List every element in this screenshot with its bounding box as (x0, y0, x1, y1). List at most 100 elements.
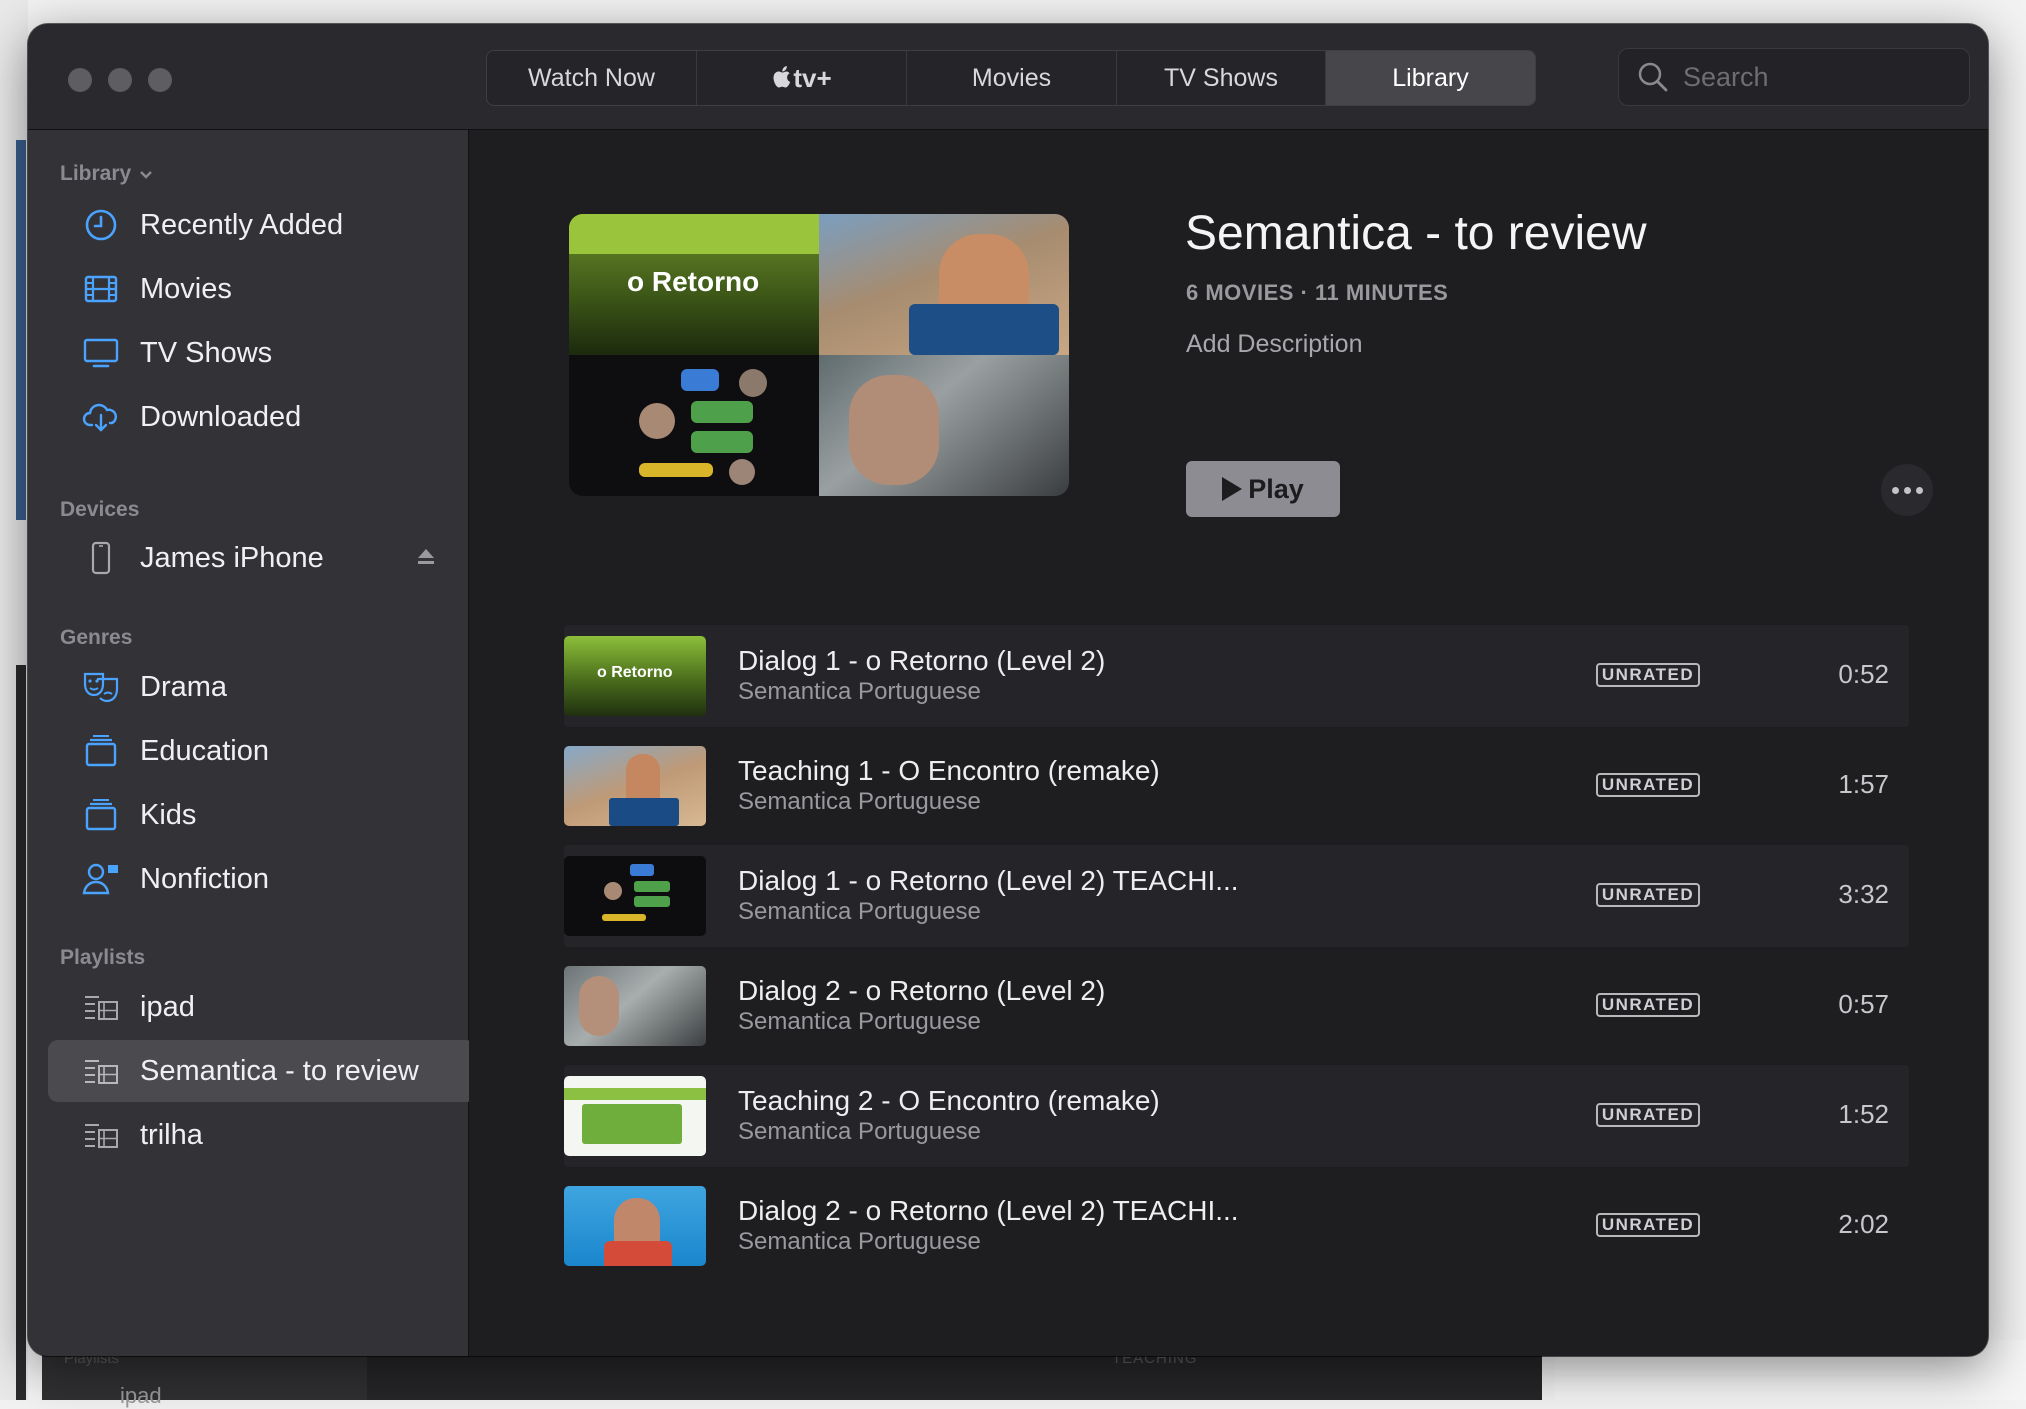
rating-badge: UNRATED (1596, 1103, 1700, 1127)
background-strip (16, 140, 26, 520)
playlists-section-header: Playlists (60, 946, 146, 969)
playlist-meta: 6 MOVIES · 11 MINUTES (1186, 280, 1449, 305)
close-window-button[interactable] (68, 68, 92, 92)
rating-badge: UNRATED (1596, 773, 1700, 797)
item-subtitle: Semantica Portuguese (738, 1228, 981, 1255)
masks-icon (82, 668, 120, 706)
item-duration: 0:52 (1838, 659, 1889, 689)
background-strip (16, 665, 26, 1400)
item-title: Teaching 1 - O Encontro (remake) (738, 755, 1160, 786)
search-input[interactable] (1681, 60, 1945, 94)
item-title: Dialog 2 - o Retorno (Level 2) (738, 975, 1106, 1006)
sidebar-item-movies[interactable]: Movies (48, 258, 466, 320)
item-title: Dialog 1 - o Retorno (Level 2) TEACHI... (738, 865, 1239, 896)
table-row[interactable]: Dialog 2 - o Retorno (Level 2) Semantica … (564, 955, 1909, 1057)
rating-badge: UNRATED (1596, 1213, 1700, 1237)
devices-section-header: Devices (60, 498, 140, 521)
tab-watch-now[interactable]: Watch Now (487, 51, 697, 105)
navigation-tabs: Watch Now tv+ Movies TV Shows Library (486, 50, 1536, 106)
background-playlist-item: ipad (120, 1383, 162, 1408)
item-duration: 2:02 (1838, 1209, 1889, 1239)
artwork-tile (819, 355, 1069, 496)
sidebar-item-james-iphone[interactable]: James iPhone (48, 527, 466, 589)
item-subtitle: Semantica Portuguese (738, 788, 981, 815)
play-button[interactable]: Play (1186, 461, 1340, 517)
sidebar-item-nonfiction[interactable]: Nonfiction (48, 848, 466, 910)
item-subtitle: Semantica Portuguese (738, 678, 981, 705)
play-icon (1222, 477, 1243, 501)
item-thumbnail (564, 1186, 706, 1266)
sidebar: Library Recently Added Movies TV Shows D… (28, 130, 476, 1356)
rating-badge: UNRATED (1596, 883, 1700, 907)
apple-logo-icon (773, 66, 791, 88)
item-title: Dialog 1 - o Retorno (Level 2) (738, 645, 1106, 676)
library-section-header[interactable]: Library (60, 162, 153, 186)
sidebar-item-education[interactable]: Education (48, 720, 466, 782)
zoom-window-button[interactable] (148, 68, 172, 92)
item-duration: 1:52 (1838, 1099, 1889, 1129)
sidebar-item-tv-shows[interactable]: TV Shows (48, 322, 466, 384)
item-title: Dialog 2 - o Retorno (Level 2) TEACHI... (738, 1195, 1239, 1226)
item-duration: 0:57 (1838, 989, 1889, 1019)
sidebar-item-playlist-semantica-to-review[interactable]: Semantica - to review (48, 1040, 476, 1102)
stack-icon (82, 796, 120, 834)
film-icon (82, 270, 120, 308)
item-subtitle: Semantica Portuguese (738, 1008, 981, 1035)
tab-apple-tv-plus[interactable]: tv+ (697, 51, 907, 105)
item-subtitle: Semantica Portuguese (738, 1118, 981, 1145)
toolbar: Watch Now tv+ Movies TV Shows Library (28, 24, 1988, 130)
item-duration: 3:32 (1838, 879, 1889, 909)
item-thumbnail: o Retorno (564, 636, 706, 716)
item-thumbnail (564, 856, 706, 936)
cloud-download-icon (82, 398, 120, 436)
tab-tv-shows[interactable]: TV Shows (1117, 51, 1326, 105)
sidebar-item-playlist-trilha[interactable]: trilha (48, 1104, 466, 1166)
sidebar-item-downloaded[interactable]: Downloaded (48, 386, 466, 448)
item-thumbnail (564, 1076, 706, 1156)
item-subtitle: Semantica Portuguese (738, 898, 981, 925)
rating-badge: UNRATED (1596, 993, 1700, 1017)
artwork-tile (819, 214, 1069, 355)
playlist-title: Semantica - to review (1185, 207, 1647, 260)
playlist-icon (82, 1116, 120, 1154)
iphone-icon (82, 539, 120, 577)
sidebar-item-recently-added[interactable]: Recently Added (48, 194, 466, 256)
tv-app-window: Watch Now tv+ Movies TV Shows Library Li… (28, 24, 1988, 1356)
table-row[interactable]: Teaching 1 - O Encontro (remake) Semantic… (564, 735, 1909, 837)
artwork-tile (569, 355, 819, 496)
tv-icon (82, 334, 120, 372)
chevron-down-icon (140, 171, 152, 179)
item-title: Teaching 2 - O Encontro (remake) (738, 1085, 1160, 1116)
tab-library[interactable]: Library (1326, 51, 1535, 105)
add-description-field[interactable]: Add Description (1186, 330, 1362, 359)
rating-badge: UNRATED (1596, 663, 1700, 687)
stack-icon (82, 732, 120, 770)
table-row[interactable]: Teaching 2 - O Encontro (remake) Semantic… (564, 1065, 1909, 1167)
item-duration: 1:57 (1838, 769, 1889, 799)
tab-movies[interactable]: Movies (907, 51, 1117, 105)
ellipsis-icon (1891, 486, 1899, 494)
playlist-icon (82, 1052, 120, 1090)
search-field[interactable] (1618, 48, 1970, 106)
sidebar-item-kids[interactable]: Kids (48, 784, 466, 846)
item-thumbnail (564, 966, 706, 1046)
playlist-icon (82, 988, 120, 1026)
artwork-title: o Retorno (627, 266, 760, 297)
sidebar-item-playlist-ipad[interactable]: ipad (48, 976, 466, 1038)
item-thumbnail (564, 746, 706, 826)
person-icon (82, 860, 120, 898)
minimize-window-button[interactable] (108, 68, 132, 92)
table-row[interactable]: Dialog 1 - o Retorno (Level 2) TEACHI...… (564, 845, 1909, 947)
more-options-button[interactable] (1881, 464, 1933, 516)
table-row[interactable]: o Retorno Dialog 1 - o Retorno (Level 2)… (564, 625, 1909, 727)
sidebar-item-drama[interactable]: Drama (48, 656, 466, 718)
playlist-detail: o Retorno Semantica - to review 6 MOVIES… (469, 130, 1988, 1356)
clock-icon (82, 206, 120, 244)
artwork-tile: o Retorno (569, 214, 819, 355)
search-icon (1638, 62, 1668, 92)
background-window-left (0, 0, 28, 1400)
table-row[interactable]: Dialog 2 - o Retorno (Level 2) TEACHI...… (564, 1175, 1909, 1277)
eject-icon[interactable] (416, 547, 436, 572)
playlist-artwork: o Retorno (569, 214, 1069, 496)
genres-section-header: Genres (60, 626, 133, 649)
